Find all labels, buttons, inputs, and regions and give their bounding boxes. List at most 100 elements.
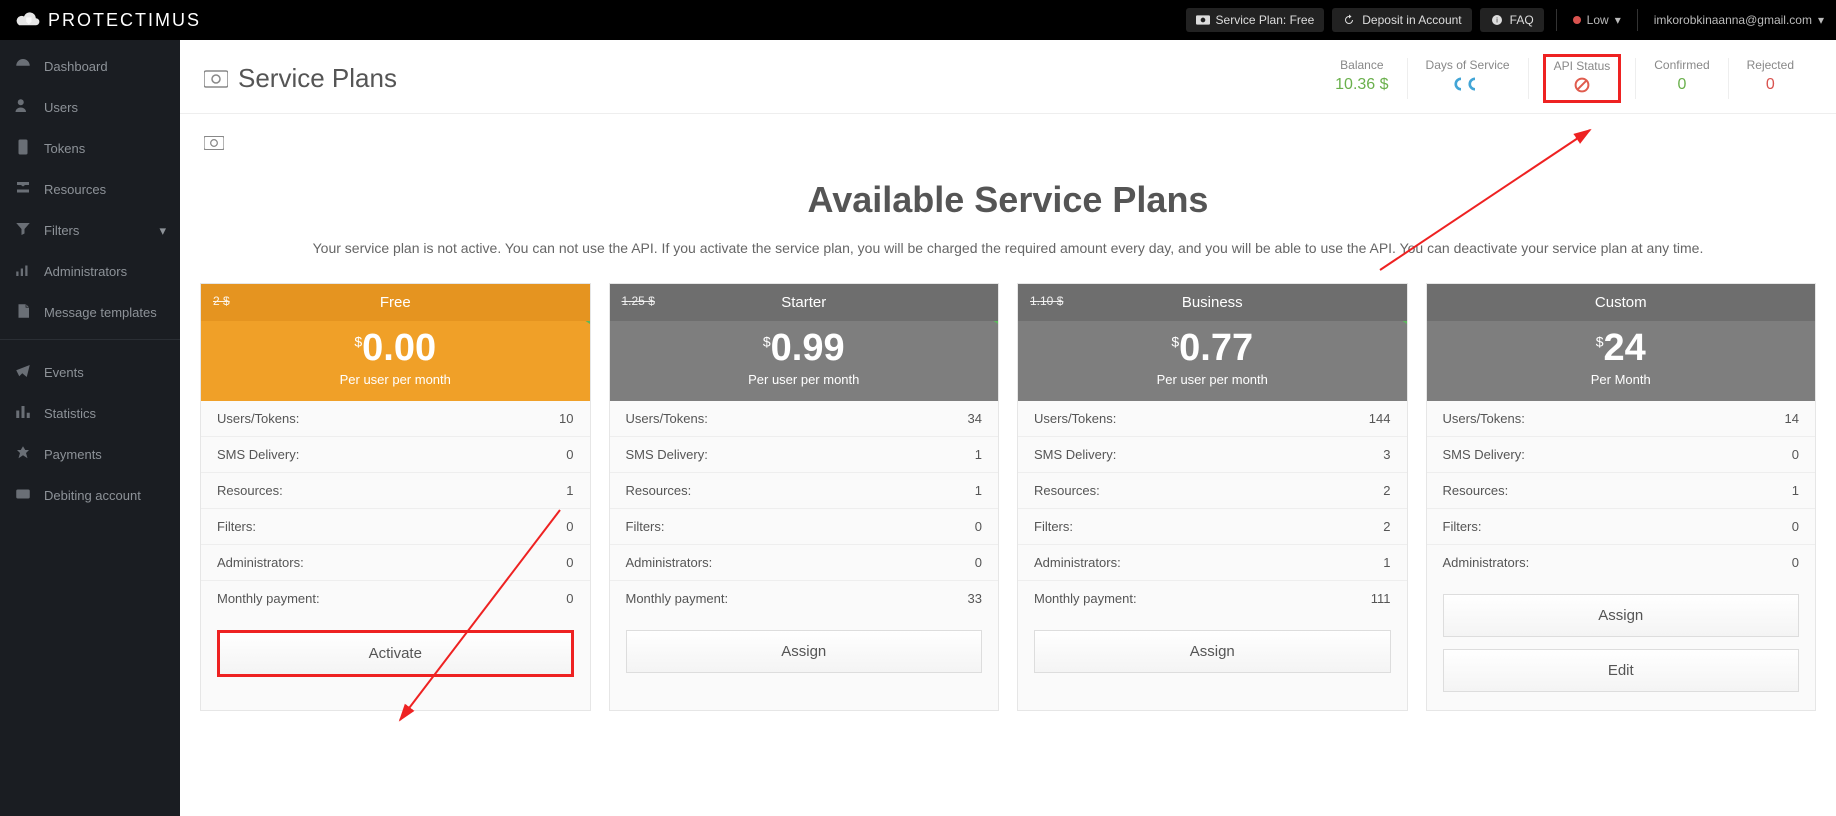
assign-button[interactable]: Assign bbox=[1443, 594, 1800, 637]
sidebar-item-label: Filters bbox=[44, 223, 79, 238]
edit-button[interactable]: Edit bbox=[1443, 649, 1800, 692]
statistics-icon bbox=[14, 403, 32, 424]
plan-row-label: Administrators: bbox=[217, 555, 304, 570]
page-header: Service Plans Balance 10.36 $ Days of Se… bbox=[180, 40, 1836, 114]
plan-row-label: SMS Delivery: bbox=[1443, 447, 1525, 462]
plan-row-value: 0 bbox=[1792, 519, 1799, 534]
plan-row: Administrators:0 bbox=[610, 545, 999, 581]
sidebar-item-administrators[interactable]: Administrators bbox=[0, 251, 180, 292]
security-level-link[interactable]: Low ▾ bbox=[1561, 13, 1633, 27]
service-plan-button[interactable]: Service Plan: Free bbox=[1186, 8, 1325, 32]
page-title: Service Plans bbox=[204, 63, 397, 94]
plan-name: 1.25 $Starter bbox=[610, 284, 999, 321]
disabled-icon bbox=[1554, 77, 1611, 98]
plan-row: SMS Delivery:0 bbox=[1427, 437, 1816, 473]
sidebar-item-debiting-account[interactable]: Debiting account bbox=[0, 475, 180, 516]
old-price: 1.10 $ bbox=[1030, 294, 1063, 308]
plan-row-value: 0 bbox=[566, 555, 573, 570]
plan-head: Custom$24Per Month bbox=[1427, 284, 1816, 401]
plan-per: Per Month bbox=[1427, 372, 1816, 401]
plan-row-value: 1 bbox=[975, 447, 982, 462]
sidebar-item-label: Administrators bbox=[44, 264, 127, 279]
plan-row-value: 1 bbox=[975, 483, 982, 498]
plan-row: Users/Tokens:144 bbox=[1018, 401, 1407, 437]
plan-row: Administrators: 0 bbox=[201, 545, 590, 581]
plan-row-label: Users/Tokens: bbox=[1034, 411, 1116, 426]
sidebar-item-tokens[interactable]: Tokens bbox=[0, 128, 180, 169]
plan-card-custom: Custom$24Per MonthUsers/Tokens:14SMS Del… bbox=[1426, 283, 1817, 711]
refresh-icon bbox=[1342, 14, 1356, 26]
plan-row-label: Filters: bbox=[217, 519, 256, 534]
plan-row-label: Filters: bbox=[1034, 519, 1073, 534]
money-icon bbox=[204, 70, 228, 88]
plan-name: 2 $Free bbox=[201, 284, 590, 321]
plan-row-label: Filters: bbox=[626, 519, 665, 534]
sidebar-item-resources[interactable]: Resources bbox=[0, 169, 180, 210]
faq-button[interactable]: i FAQ bbox=[1480, 8, 1544, 32]
caret-down-icon: ▾ bbox=[1818, 13, 1824, 27]
plan-row-label: Filters: bbox=[1443, 519, 1482, 534]
info-icon: i bbox=[1490, 14, 1504, 26]
brand-logo[interactable]: PROTECTIMUS bbox=[0, 9, 215, 31]
debiting-icon bbox=[14, 485, 32, 506]
plan-row-label: SMS Delivery: bbox=[217, 447, 299, 462]
plan-row-value: 1 bbox=[1792, 483, 1799, 498]
plan-row: Filters: 2 bbox=[1018, 509, 1407, 545]
assign-button[interactable]: Assign bbox=[626, 630, 983, 673]
plan-row-value: 1 bbox=[1383, 555, 1390, 570]
section-heading: Available Service Plans bbox=[200, 179, 1816, 221]
assign-button[interactable]: Assign bbox=[1034, 630, 1391, 673]
stat-rejected[interactable]: Rejected 0 bbox=[1728, 58, 1812, 99]
plan-price: $0.99 bbox=[610, 321, 999, 372]
plan-row-label: Resources: bbox=[1034, 483, 1100, 498]
plan-per: Per user per month bbox=[610, 372, 999, 401]
caret-down-icon: ▾ bbox=[159, 223, 166, 239]
deposit-button[interactable]: Deposit in Account bbox=[1332, 8, 1471, 32]
plan-price: $0.00 bbox=[201, 321, 590, 372]
plan-row-label: Administrators: bbox=[1443, 555, 1530, 570]
sidebar-item-statistics[interactable]: Statistics bbox=[0, 393, 180, 434]
users-icon bbox=[14, 97, 32, 118]
plan-row: SMS Delivery: 0 bbox=[201, 437, 590, 473]
plan-row: Users/Tokens:14 bbox=[1427, 401, 1816, 437]
plan-row-label: Users/Tokens: bbox=[626, 411, 708, 426]
old-price: 1.25 $ bbox=[622, 294, 655, 308]
plan-row-value: 33 bbox=[968, 591, 982, 606]
plan-row-value: 2 bbox=[1383, 519, 1390, 534]
plan-row-value: 0 bbox=[975, 519, 982, 534]
cloud-shield-icon bbox=[14, 9, 42, 31]
plan-row-value: 0 bbox=[566, 519, 573, 534]
plan-row: Filters: 0 bbox=[1427, 509, 1816, 545]
sidebar-item-filters[interactable]: Filters ▾ bbox=[0, 210, 180, 251]
stat-api-status[interactable]: API Status bbox=[1528, 58, 1636, 99]
plan-row: Administrators:0 bbox=[1427, 545, 1816, 580]
plan-row-value: 0 bbox=[566, 447, 573, 462]
plan-name: Custom bbox=[1427, 284, 1816, 321]
plan-row-label: Resources: bbox=[217, 483, 283, 498]
plan-price: $24 bbox=[1427, 321, 1816, 372]
sidebar-item-message-templates[interactable]: Message templates bbox=[0, 292, 180, 333]
sidebar-item-payments[interactable]: Payments bbox=[0, 434, 180, 475]
plan-row: Filters: 0 bbox=[610, 509, 999, 545]
content-toolbar bbox=[200, 128, 1816, 169]
plan-row: Monthly payment:111 bbox=[1018, 581, 1407, 616]
plan-row-value: 34 bbox=[968, 411, 982, 426]
plan-row: Resources:1 bbox=[201, 473, 590, 509]
activate-button[interactable]: Activate bbox=[217, 630, 574, 677]
sidebar-item-events[interactable]: Events bbox=[0, 352, 180, 393]
stat-days-of-service[interactable]: Days of Service bbox=[1407, 58, 1528, 99]
caret-down-icon: ▾ bbox=[1615, 13, 1621, 27]
sidebar-item-label: Payments bbox=[44, 447, 102, 462]
stat-confirmed[interactable]: Confirmed 0 bbox=[1635, 58, 1727, 99]
sidebar-item-users[interactable]: Users bbox=[0, 87, 180, 128]
stat-balance[interactable]: Balance 10.36 $ bbox=[1317, 58, 1406, 99]
plan-head: 1.25 $Starter$0.99Per user per month bbox=[610, 284, 999, 401]
plan-row-label: Monthly payment: bbox=[1034, 591, 1137, 606]
sidebar-item-dashboard[interactable]: Dashboard bbox=[0, 46, 180, 87]
sidebar-item-label: Statistics bbox=[44, 406, 96, 421]
plan-row-value: 0 bbox=[566, 591, 573, 606]
plan-price: $0.77 bbox=[1018, 321, 1407, 372]
plan-row: Users/Tokens: 34 bbox=[610, 401, 999, 437]
user-menu[interactable]: imkorobkinaanna@gmail.com ▾ bbox=[1642, 13, 1836, 27]
section-subtitle: Your service plan is not active. You can… bbox=[200, 237, 1816, 259]
